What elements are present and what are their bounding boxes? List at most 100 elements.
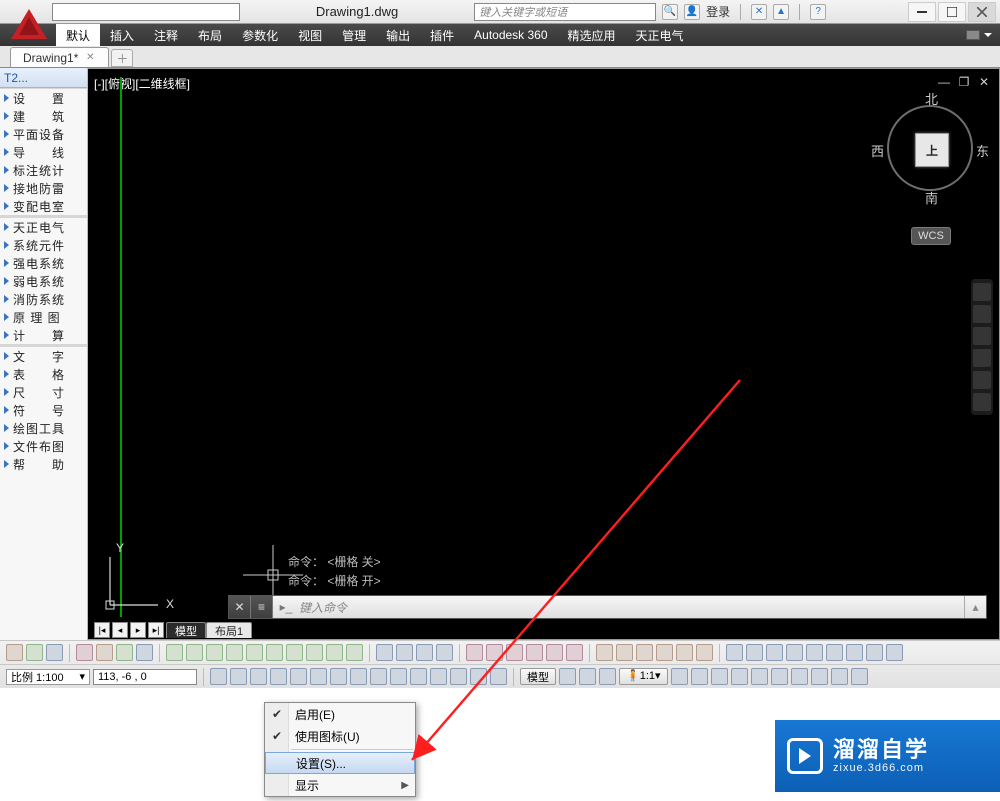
sidebar-item[interactable]: 建 筑	[0, 107, 87, 125]
status-icon[interactable]	[751, 668, 768, 685]
wheel-icon[interactable]	[973, 283, 991, 301]
tool-icon[interactable]	[326, 644, 343, 661]
status-toggle-icon[interactable]	[290, 668, 307, 685]
close-doc-icon[interactable]: ✕	[84, 52, 96, 64]
tool-icon[interactable]	[96, 644, 113, 661]
status-toggle-icon[interactable]	[370, 668, 387, 685]
nav-more-icon[interactable]	[973, 393, 991, 411]
document-tab[interactable]: Drawing1* ✕	[10, 47, 109, 67]
tool-icon[interactable]	[266, 644, 283, 661]
tab-view[interactable]: 视图	[288, 24, 332, 46]
status-icon[interactable]	[791, 668, 808, 685]
tool-icon[interactable]	[526, 644, 543, 661]
ctx-enable[interactable]: ✔启用(E)	[265, 703, 415, 725]
tool-icon[interactable]	[826, 644, 843, 661]
cmdline-expand-icon[interactable]: ▴	[964, 596, 986, 618]
status-icon[interactable]	[851, 668, 868, 685]
layout1-tab[interactable]: 布局1	[206, 622, 252, 638]
tool-icon[interactable]	[546, 644, 563, 661]
palette-title[interactable]: T2...	[0, 68, 87, 88]
tool-icon[interactable]	[676, 644, 693, 661]
tool-icon[interactable]	[226, 644, 243, 661]
sidebar-item[interactable]: 文件布图	[0, 437, 87, 455]
tool-icon[interactable]	[466, 644, 483, 661]
tool-icon[interactable]	[566, 644, 583, 661]
tool-icon[interactable]	[246, 644, 263, 661]
tool-icon[interactable]	[436, 644, 453, 661]
tab-plugins[interactable]: 插件	[420, 24, 464, 46]
tool-icon[interactable]	[346, 644, 363, 661]
sidebar-item[interactable]: 消防系统	[0, 290, 87, 308]
status-toggle-icon[interactable]	[270, 668, 287, 685]
annotation-scale[interactable]: 🧍1:1▾	[619, 668, 668, 685]
status-toggle-icon[interactable]	[390, 668, 407, 685]
tab-tangent[interactable]: 天正电气	[626, 24, 694, 46]
viewcube-face[interactable]: 上	[915, 133, 949, 167]
tool-icon[interactable]	[136, 644, 153, 661]
sidebar-item[interactable]: 尺 寸	[0, 383, 87, 401]
close-button[interactable]	[968, 2, 996, 22]
viewport-minimize-icon[interactable]: —	[937, 75, 951, 89]
status-toggle-icon[interactable]	[330, 668, 347, 685]
tab-first-icon[interactable]: |◂	[94, 622, 110, 638]
pan-icon[interactable]	[973, 305, 991, 323]
viewport-close-icon[interactable]: ✕	[977, 75, 991, 89]
signin-icon[interactable]: 👤	[684, 4, 700, 20]
viewcube[interactable]: 上 北 南 西 东	[887, 105, 973, 191]
minimize-button[interactable]	[908, 2, 936, 22]
help-icon[interactable]: ?	[810, 4, 826, 20]
sidebar-item[interactable]: 绘图工具	[0, 419, 87, 437]
new-doc-button[interactable]: ＋	[111, 49, 133, 67]
showmotion-icon[interactable]	[973, 371, 991, 389]
cmdline-close-icon[interactable]: ✕	[229, 596, 251, 618]
exchange-icon[interactable]: ✕	[751, 4, 767, 20]
drawing-canvas[interactable]: [-][俯视][二维线框] — ❐ ✕ Y X 上 北 南 西 东	[88, 68, 1000, 640]
status-icon[interactable]	[671, 668, 688, 685]
ribbon-dropdown-icon[interactable]	[984, 33, 992, 37]
tool-icon[interactable]	[6, 644, 23, 661]
tool-icon[interactable]	[506, 644, 523, 661]
status-toggle-icon[interactable]	[410, 668, 427, 685]
status-toggle-icon[interactable]	[490, 668, 507, 685]
signin-label[interactable]: 登录	[706, 3, 730, 20]
status-icon[interactable]	[691, 668, 708, 685]
tool-icon[interactable]	[486, 644, 503, 661]
status-icon[interactable]	[711, 668, 728, 685]
tab-manage[interactable]: 管理	[332, 24, 376, 46]
tab-annotate[interactable]: 注释	[144, 24, 188, 46]
status-icon[interactable]	[559, 668, 576, 685]
tool-icon[interactable]	[886, 644, 903, 661]
sidebar-item[interactable]: 弱电系统	[0, 272, 87, 290]
tool-icon[interactable]	[166, 644, 183, 661]
sidebar-item[interactable]: 接地防雷	[0, 179, 87, 197]
search-input[interactable]: 键入关键字或短语	[474, 3, 656, 21]
orbit-icon[interactable]	[973, 349, 991, 367]
ctx-display[interactable]: 显示▶	[265, 774, 415, 796]
tool-icon[interactable]	[866, 644, 883, 661]
ctx-use-icons[interactable]: ✔使用图标(U)	[265, 725, 415, 747]
command-input[interactable]: 键入命令	[295, 599, 964, 616]
model-paper-toggle[interactable]: 模型	[520, 668, 556, 685]
sidebar-item[interactable]: 表 格	[0, 365, 87, 383]
workspace-dropdown[interactable]	[52, 3, 240, 21]
ribbon-collapse-icon[interactable]	[966, 30, 980, 40]
tool-icon[interactable]	[206, 644, 223, 661]
status-toggle-icon[interactable]	[350, 668, 367, 685]
sidebar-item[interactable]: 变配电室	[0, 197, 87, 215]
tab-output[interactable]: 输出	[376, 24, 420, 46]
sidebar-item[interactable]: 设 置	[0, 89, 87, 107]
sidebar-item[interactable]: 符 号	[0, 401, 87, 419]
tab-last-icon[interactable]: ▸|	[148, 622, 164, 638]
wcs-badge[interactable]: WCS	[911, 227, 951, 245]
tab-a360[interactable]: Autodesk 360	[464, 24, 557, 46]
status-icon[interactable]	[599, 668, 616, 685]
sidebar-item[interactable]: 天正电气	[0, 218, 87, 236]
model-tab[interactable]: 模型	[166, 622, 206, 638]
sidebar-item[interactable]: 计 算	[0, 326, 87, 344]
app-logo[interactable]	[6, 7, 52, 42]
tool-icon[interactable]	[26, 644, 43, 661]
sidebar-item[interactable]: 原 理 图	[0, 308, 87, 326]
status-toggle-icon[interactable]	[470, 668, 487, 685]
tool-icon[interactable]	[766, 644, 783, 661]
tool-icon[interactable]	[696, 644, 713, 661]
